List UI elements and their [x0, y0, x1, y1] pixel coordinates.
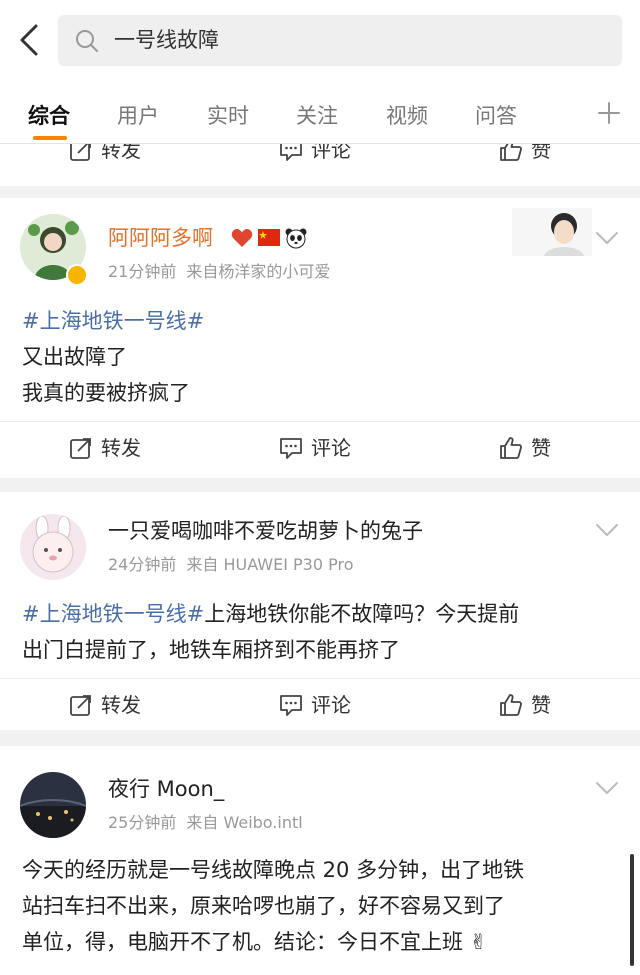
repost-icon: [68, 692, 94, 718]
tab-video[interactable]: 视频: [386, 102, 428, 130]
tab-following[interactable]: 关注: [296, 102, 338, 130]
post-text-line: 站扫车扫不出来，原来哈啰也崩了，好不容易又到了: [22, 894, 505, 918]
post-text-line: 又出故障了: [22, 345, 127, 369]
post-source: 来自 HUAWEI P30 Pro: [186, 555, 354, 574]
post-actions: 转发 评论 赞: [0, 678, 640, 732]
active-tab-indicator: [33, 136, 67, 140]
post-text-line: #上海地铁一号线#上海地铁你能不故障吗？今天提前: [22, 602, 520, 626]
china-flag-icon: [258, 229, 280, 246]
comment-icon: [278, 144, 304, 163]
post-actions: 转发 评论 赞: [0, 421, 640, 475]
comment-icon: [278, 435, 304, 461]
post-time: 21分钟前: [108, 262, 177, 281]
post-meta: 21分钟前 来自杨洋家的小可爱: [108, 262, 330, 282]
post-source: 来自 Weibo.intl: [186, 813, 303, 832]
fan-card-image: [512, 208, 592, 256]
post-text-line: 今天的经历就是一号线故障晚点 20 多分钟，出了地铁: [22, 858, 525, 882]
previous-post-actions: 转发 评论 赞: [0, 144, 640, 186]
thumbs-up-icon: [498, 435, 524, 461]
tab-bar: 综合 用户 实时 关注 视频 问答: [0, 82, 640, 144]
post-card: 夜行 Moon_ 25分钟前 来自 Weibo.intl 今天的经历就是一号线故障…: [0, 746, 640, 975]
post-content: 今天的经历就是一号线故障晚点 20 多分钟，出了地铁 站扫车扫不出来，原来哈啰也…: [22, 852, 622, 960]
hashtag-link[interactable]: #上海地铁一号线#: [22, 602, 204, 626]
repost-icon: [68, 144, 94, 163]
post-author[interactable]: 一只爱喝咖啡不爱吃胡萝卜的兔子: [108, 517, 423, 545]
post-text-line: 单位，得，电脑开不了机。结论：今日不宜上班 ✌: [22, 930, 488, 954]
post-author[interactable]: 阿阿阿多啊: [108, 224, 213, 252]
post-text-line: 出门白提前了，地铁车厢挤到不能再挤了: [22, 638, 400, 662]
verified-badge-icon: [66, 264, 88, 286]
post-source: 来自杨洋家的小可爱: [186, 262, 331, 281]
post-card: 一只爱喝咖啡不爱吃胡萝卜的兔子 24分钟前 来自 HUAWEI P30 Pro #…: [0, 492, 640, 730]
tab-qa[interactable]: 问答: [475, 102, 517, 130]
comment-icon: [278, 692, 304, 718]
post-text-line: 我真的要被挤疯了: [22, 381, 190, 405]
chevron-down-icon[interactable]: [594, 780, 620, 796]
back-icon[interactable]: [12, 18, 48, 62]
add-tab-icon[interactable]: [596, 98, 622, 128]
search-query[interactable]: 一号线故障: [114, 26, 219, 54]
chevron-down-icon[interactable]: [594, 522, 620, 538]
repost-icon: [68, 435, 94, 461]
post-card: 阿阿阿多啊 21分钟前 来自杨洋家的小可爱 #上海地铁一号线# 又出故障了 我真的…: [0, 198, 640, 478]
hashtag-link[interactable]: #上海地铁一号线#: [22, 303, 622, 339]
post-time: 25分钟前: [108, 813, 177, 832]
post-content: #上海地铁一号线#上海地铁你能不故障吗？今天提前 出门白提前了，地铁车厢挤到不能…: [22, 596, 622, 668]
search-input[interactable]: 一号线故障: [58, 15, 622, 66]
tab-users[interactable]: 用户: [117, 102, 159, 130]
post-author[interactable]: 夜行 Moon_: [108, 775, 224, 803]
post-content: #上海地铁一号线# 又出故障了 我真的要被挤疯了: [22, 303, 622, 411]
post-time: 24分钟前: [108, 555, 177, 574]
avatar[interactable]: [20, 514, 86, 580]
search-icon: [74, 28, 100, 54]
thumbs-up-icon: [498, 692, 524, 718]
avatar[interactable]: [20, 772, 86, 838]
top-bar: 一号线故障: [0, 0, 640, 82]
scrollbar[interactable]: [630, 854, 634, 966]
chevron-down-icon[interactable]: [594, 230, 620, 246]
panda-icon: [285, 227, 307, 249]
tab-comprehensive[interactable]: 综合: [28, 102, 70, 130]
thumbs-up-icon: [498, 144, 524, 163]
vip-heart-icon: [231, 228, 253, 248]
post-meta: 24分钟前 来自 HUAWEI P30 Pro: [108, 555, 354, 575]
post-meta: 25分钟前 来自 Weibo.intl: [108, 813, 303, 833]
tab-realtime[interactable]: 实时: [207, 102, 249, 130]
